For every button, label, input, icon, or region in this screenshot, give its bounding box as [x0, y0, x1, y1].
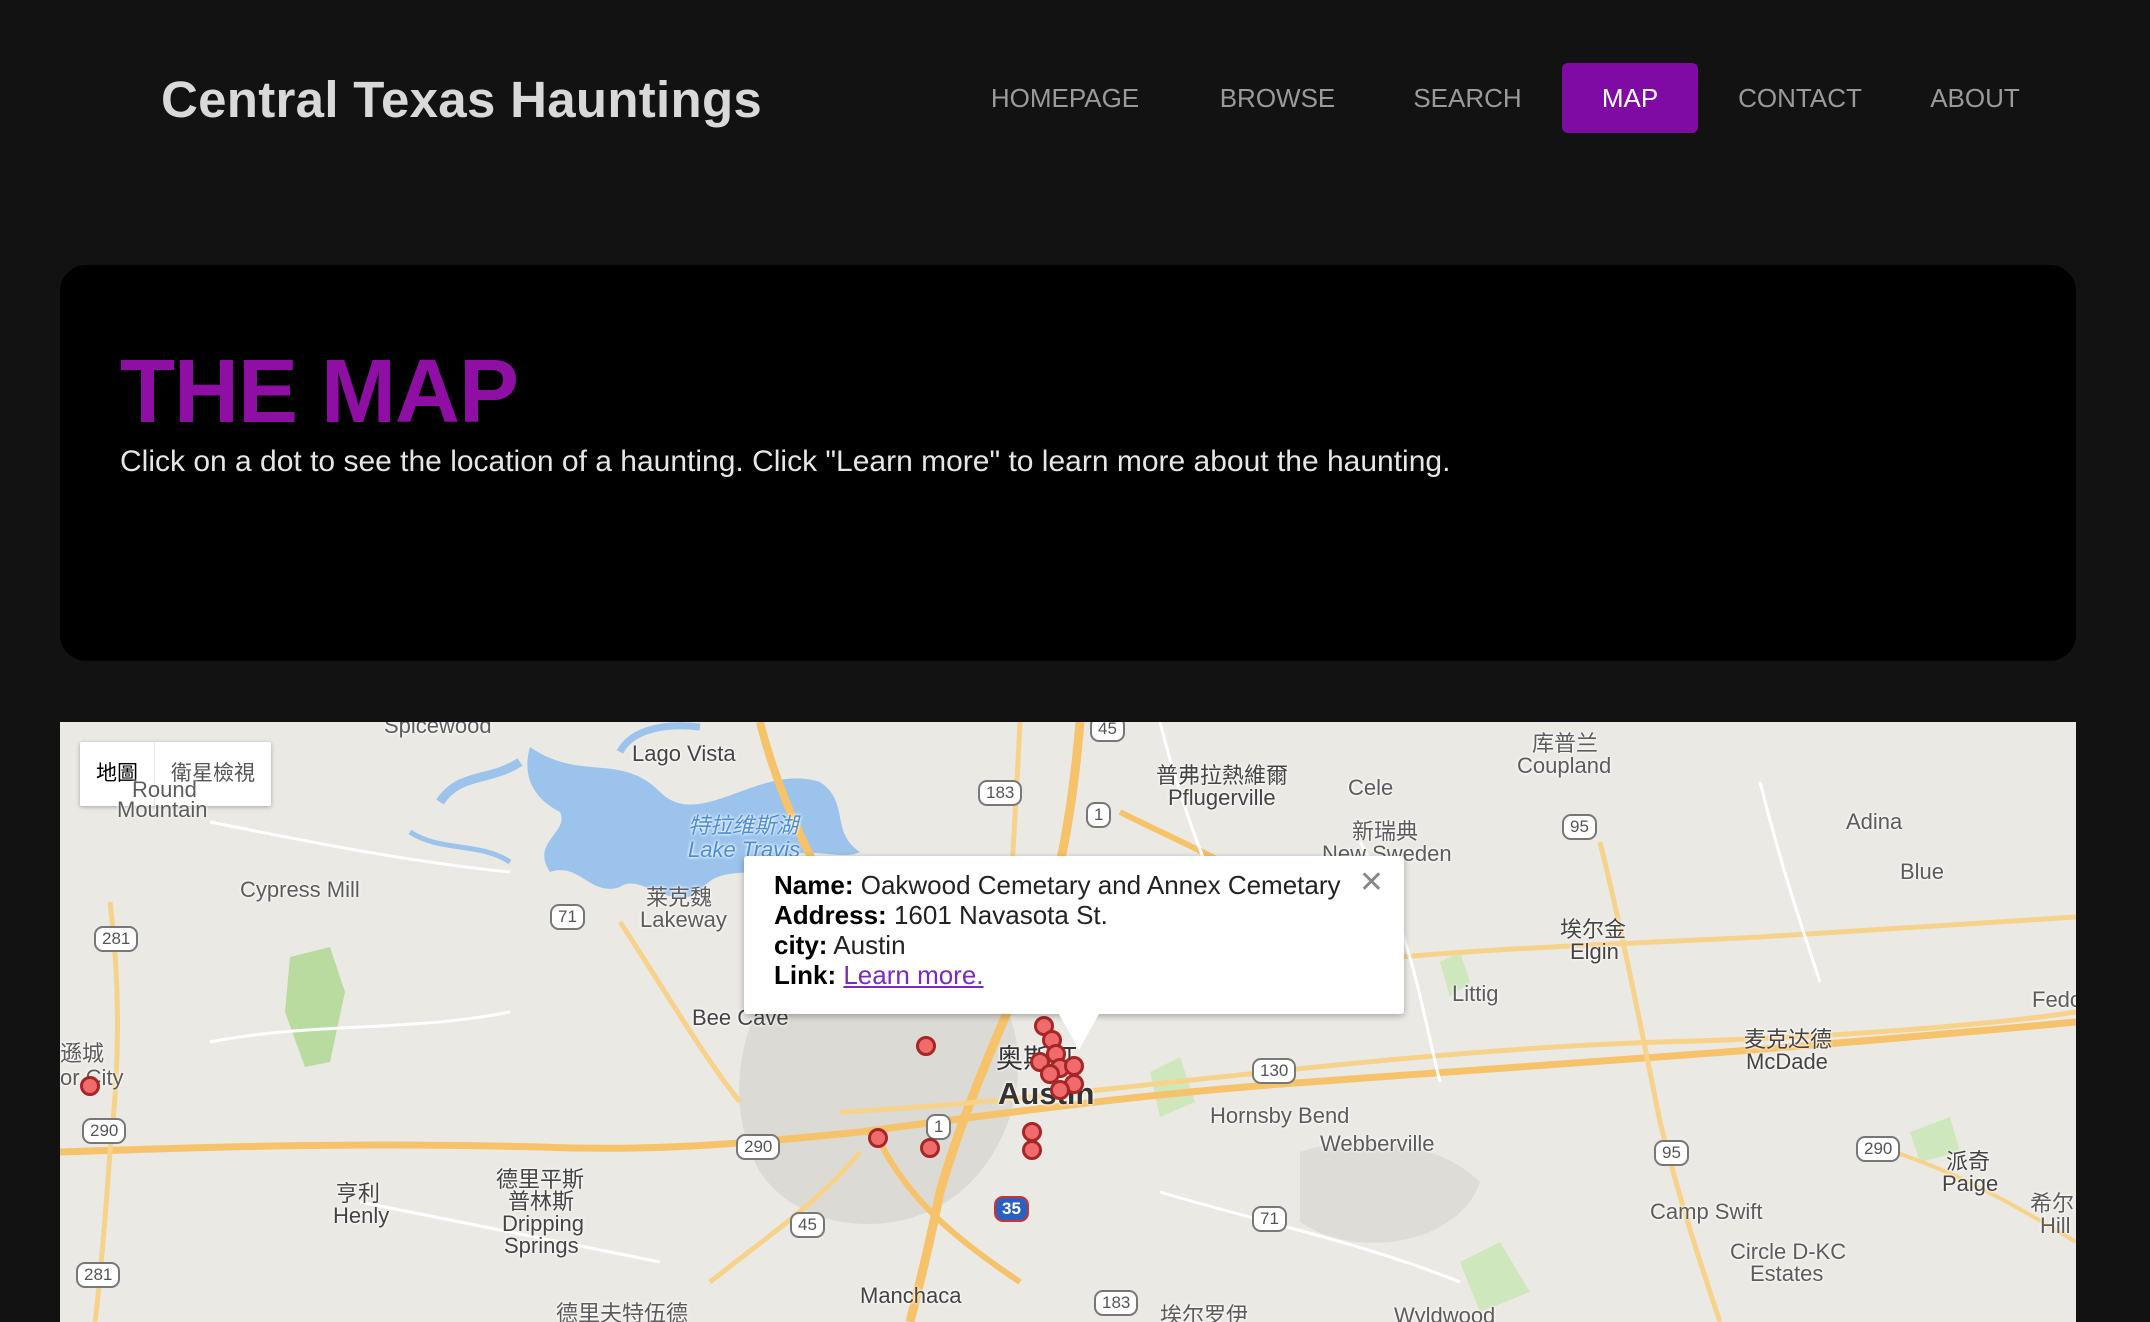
place-label: Estates	[1750, 1261, 1824, 1286]
highway-shield: 1	[1086, 802, 1112, 828]
place-label: Manchaca	[860, 1283, 962, 1308]
haunting-marker[interactable]	[1022, 1122, 1042, 1142]
place-label: Camp Swift	[1650, 1199, 1763, 1224]
place-label: 德里夫特伍德	[556, 1301, 689, 1322]
highway-shield: 290	[82, 1118, 127, 1144]
place-label: Springs	[504, 1233, 579, 1258]
haunting-marker[interactable]	[1050, 1080, 1070, 1100]
place-label: Lago Vista	[632, 741, 736, 766]
place-label: 德里平斯	[496, 1167, 585, 1192]
place-label: Elgin	[1570, 939, 1619, 964]
nav-about[interactable]: ABOUT	[1905, 63, 2045, 133]
place-label: Webberville	[1320, 1131, 1435, 1156]
place-label: 麦克达德	[1744, 1027, 1833, 1052]
highway-shield: 281	[76, 1262, 121, 1288]
place-label: Blue	[1900, 859, 1945, 884]
place-label: Cele	[1348, 775, 1394, 800]
place-label: Adina	[1846, 809, 1903, 834]
place-label: Cypress Mill	[240, 877, 360, 902]
place-label: Hill	[2040, 1213, 2071, 1238]
info-city-value: Austin	[833, 930, 906, 960]
place-label: Wyldwood	[1394, 1303, 1496, 1322]
highway-shield: 130	[1252, 1058, 1297, 1084]
place-label: Coupland	[1517, 753, 1612, 778]
highway-shield: 290	[736, 1134, 781, 1160]
info-window-pointer	[1059, 1014, 1099, 1050]
map-canvas[interactable]: 地圖 衛星檢視 Spicewood Lago Vista 普弗拉熱維爾 Pflu…	[60, 722, 2076, 1322]
place-label: Henly	[333, 1203, 390, 1228]
place-label: 埃尔罗伊	[1160, 1303, 1249, 1322]
highway-shield: 1	[926, 1114, 952, 1140]
place-label: 库普兰	[1532, 731, 1599, 756]
haunting-marker[interactable]	[80, 1076, 100, 1096]
place-label: Lakeway	[640, 907, 727, 932]
haunting-marker[interactable]	[1022, 1140, 1042, 1160]
place-label: Mountain	[117, 797, 208, 822]
place-label: Spicewood	[384, 722, 492, 738]
place-label: 莱克魏	[646, 885, 713, 910]
haunting-marker[interactable]	[920, 1138, 940, 1158]
highway-shield: 290	[1856, 1136, 1901, 1162]
info-address-row: Address: 1601 Navasota St.	[774, 900, 1374, 930]
nav-contact[interactable]: CONTACT	[1720, 63, 1880, 133]
info-city-label: city:	[774, 930, 828, 960]
info-address-label: Address:	[774, 900, 887, 930]
highway-shield: 183	[978, 780, 1023, 806]
info-name-value: Oakwood Cemetary and Annex Cemetary	[860, 870, 1341, 900]
info-address-value: 1601 Navasota St.	[893, 900, 1108, 930]
place-label: Dripping	[502, 1211, 584, 1236]
highway-shield: 183	[1094, 1290, 1139, 1316]
nav-browse[interactable]: BROWSE	[1190, 63, 1365, 133]
highway-shield: 71	[550, 904, 585, 930]
info-name-row: Name: Oakwood Cemetary and Annex Cemetar…	[774, 870, 1374, 900]
haunting-marker[interactable]	[1064, 1056, 1084, 1076]
place-label: 埃尔金	[1560, 917, 1627, 942]
page-title: THE MAP	[120, 342, 519, 442]
place-label: 特拉维斯湖	[688, 813, 799, 838]
highway-shield: 45	[790, 1212, 825, 1238]
info-city-row: city: Austin	[774, 930, 1374, 960]
place-label: 新瑞典	[1352, 819, 1419, 844]
highway-shield: 95	[1562, 814, 1597, 840]
close-icon[interactable]: ✕	[1359, 868, 1384, 898]
learn-more-link[interactable]: Learn more.	[843, 960, 983, 990]
place-label: Littig	[1452, 981, 1499, 1006]
place-label: 派奇	[1946, 1149, 1991, 1174]
place-label: 亨利	[336, 1181, 381, 1206]
place-label: Fedo	[2032, 987, 2076, 1012]
nav-homepage[interactable]: HOMEPAGE	[965, 63, 1165, 133]
highway-shield: 71	[1252, 1206, 1287, 1232]
page-description: Click on a dot to see the location of a …	[120, 445, 1451, 478]
highway-shield-i35: 35	[994, 1196, 1029, 1222]
place-label: Pflugerville	[1168, 785, 1276, 810]
hero-panel: THE MAP Click on a dot to see the locati…	[60, 265, 2076, 661]
place-label: Circle D-KC	[1730, 1239, 1847, 1264]
place-label: Paige	[1942, 1171, 1999, 1196]
nav-map[interactable]: MAP	[1562, 63, 1698, 133]
place-label: 普林斯	[508, 1189, 575, 1214]
info-window: Name: Oakwood Cemetary and Annex Cemetar…	[744, 856, 1404, 1014]
highway-shield: 95	[1654, 1140, 1689, 1166]
info-link-row: Link: Learn more.	[774, 960, 1374, 990]
place-label: 希尔	[2030, 1191, 2075, 1216]
place-label: 普弗拉熱維爾	[1156, 763, 1289, 788]
main-nav: HOMEPAGE BROWSE SEARCH MAP CONTACT ABOUT	[0, 63, 2150, 133]
highway-shield: 45	[1090, 722, 1125, 742]
info-link-label: Link:	[774, 960, 837, 990]
haunting-marker[interactable]	[868, 1128, 888, 1148]
nav-search[interactable]: SEARCH	[1390, 63, 1545, 133]
place-label: 遜城	[60, 1041, 105, 1066]
highway-shield: 281	[94, 926, 139, 952]
info-name-label: Name:	[774, 870, 854, 900]
place-label: McDade	[1746, 1049, 1828, 1074]
place-label: Hornsby Bend	[1210, 1103, 1350, 1128]
haunting-marker[interactable]	[916, 1036, 936, 1056]
